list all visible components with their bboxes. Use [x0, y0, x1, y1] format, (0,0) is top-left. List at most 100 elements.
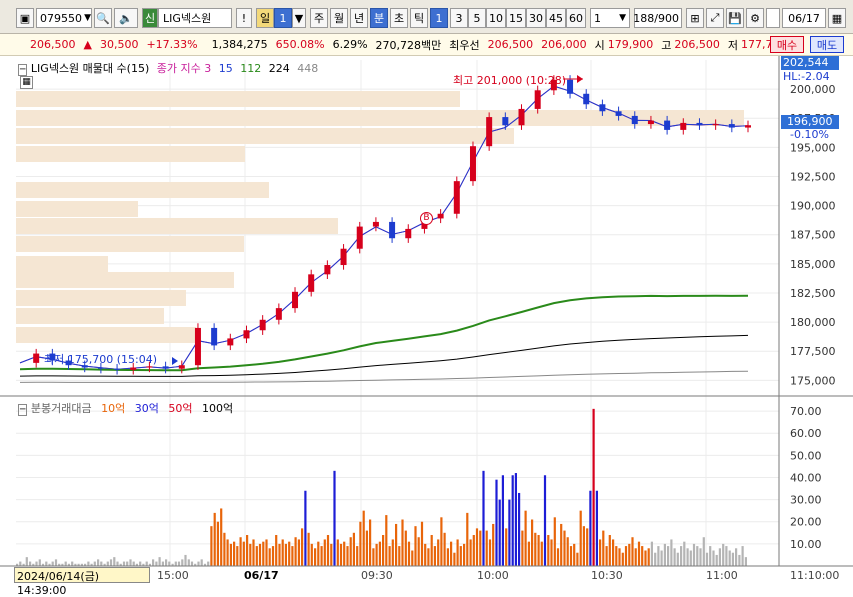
stock-code-input[interactable]: 079550 ▼	[36, 8, 92, 28]
volume-bar	[705, 552, 709, 567]
period-dropdown[interactable]: ▼	[292, 8, 306, 28]
legend-100: 100억	[202, 402, 234, 415]
volume-bar	[527, 541, 530, 566]
turnover-pct: 6.29%	[332, 38, 368, 51]
window-icon[interactable]: ▣	[16, 8, 34, 28]
save-icon[interactable]: 💾	[726, 8, 744, 28]
calendar-icon[interactable]: ▦	[828, 8, 846, 28]
volume-bar	[168, 561, 171, 566]
period-week-button[interactable]: 주	[310, 8, 328, 28]
best-price-label: 최우선	[449, 38, 480, 52]
legend-10: 10억	[101, 402, 126, 415]
panel-menu-icon[interactable]: ─	[18, 64, 28, 76]
volume-bar	[670, 539, 673, 567]
period-month-button[interactable]: 월	[330, 8, 348, 28]
volume-bar	[281, 539, 284, 567]
volume-bar	[216, 521, 219, 567]
volume-bar	[333, 470, 336, 567]
candle-body	[227, 338, 234, 346]
volume-bar	[514, 473, 517, 567]
volume-bar	[346, 546, 349, 566]
interval-1-button[interactable]: 1	[430, 8, 448, 28]
volume-profile-bar	[16, 290, 186, 306]
volume-bar	[430, 535, 433, 567]
interval-10-button[interactable]: 10	[486, 8, 506, 28]
period-day-count[interactable]: 1	[274, 8, 292, 28]
volume-bar	[683, 541, 686, 566]
grid-icon[interactable]: ⊞	[686, 8, 704, 28]
interval-45-button[interactable]: 45	[546, 8, 566, 28]
volume-bar	[291, 546, 294, 566]
volume-bar	[472, 535, 475, 567]
volume-bar	[19, 561, 22, 566]
alert-icon[interactable]: !	[236, 8, 252, 28]
buy-button[interactable]: 매수	[770, 36, 804, 53]
volume-profile-bar	[16, 218, 338, 234]
volume-bar	[294, 537, 297, 567]
gear-icon[interactable]: ⚙	[746, 8, 764, 28]
interval-60-button[interactable]: 60	[566, 8, 586, 28]
zoom-icon[interactable]: ⤢	[706, 8, 724, 28]
date-checkbox[interactable]	[766, 8, 780, 28]
volume-bar	[702, 537, 705, 567]
bid-price: 206,000	[541, 38, 587, 51]
stock-name-field[interactable]: LIG넥스원	[158, 8, 232, 28]
volume: 1,384,275	[211, 38, 268, 51]
candle-body	[728, 124, 735, 128]
volume-bar	[155, 561, 158, 566]
page-field[interactable]: 188/900	[633, 8, 682, 28]
candle-body	[437, 213, 444, 219]
volume-bar	[288, 541, 291, 566]
speaker-icon[interactable]: 🔈	[114, 8, 138, 28]
volume-bar	[126, 561, 129, 566]
volume-bar	[255, 546, 258, 566]
candle-body	[696, 122, 703, 126]
volume-bar	[563, 530, 566, 566]
page-value: 188	[633, 11, 655, 25]
period-minute-button[interactable]: 분	[370, 8, 388, 28]
candle-body	[211, 327, 218, 346]
volume-bar	[326, 535, 330, 567]
volume-bar	[242, 541, 245, 566]
interval-15-button[interactable]: 15	[506, 8, 526, 28]
interval-3-button[interactable]: 3	[450, 8, 468, 28]
volume-bar	[174, 561, 177, 566]
volume-bar	[29, 561, 32, 566]
candle-body	[389, 221, 396, 239]
sell-button[interactable]: 매도	[810, 36, 844, 53]
volume-bar	[602, 530, 605, 566]
search-icon[interactable]: 🔍	[94, 8, 112, 28]
volume-bar	[314, 548, 317, 566]
period-second-button[interactable]: 초	[390, 8, 408, 28]
candle-body	[680, 122, 687, 130]
open-label: 시	[594, 38, 605, 52]
count-select[interactable]: 1 ▼	[590, 8, 630, 28]
ma-448-label: 448	[297, 62, 319, 75]
interval-30-button[interactable]: 30	[526, 8, 546, 28]
volume-bar	[372, 548, 375, 566]
volume-bar	[297, 539, 300, 567]
volume-profile-bar	[16, 327, 196, 343]
volume-bar	[621, 552, 624, 567]
volume-bar	[534, 532, 537, 566]
volume-tick-label: 70.00	[790, 405, 822, 418]
interval-5-button[interactable]: 5	[468, 8, 486, 28]
low-annotation: 최저 175,700 (15:04)	[44, 353, 158, 366]
candle-body	[745, 125, 751, 128]
chevron-down-icon[interactable]: ▼	[84, 13, 91, 23]
period-tick-button[interactable]: 틱	[410, 8, 428, 28]
panel-menu-icon[interactable]: ─	[18, 404, 28, 416]
chart-canvas[interactable]: 175,000 177,500 180,000 182,500 185,000 187,5…	[0, 56, 853, 585]
period-year-button[interactable]: 년	[350, 8, 368, 28]
x-tick-1030: 10:30	[591, 569, 623, 582]
table-icon[interactable]: ▦	[20, 76, 33, 89]
volume-bar	[187, 559, 190, 566]
volume-bar	[744, 557, 747, 567]
candle-body	[469, 146, 476, 182]
volume-bar	[420, 521, 424, 567]
date-field[interactable]: 06/17	[782, 8, 826, 28]
volume-bar	[605, 546, 608, 566]
volume-bar	[501, 475, 504, 566]
period-day-button[interactable]: 일	[256, 8, 274, 28]
volume-bar	[735, 548, 738, 566]
